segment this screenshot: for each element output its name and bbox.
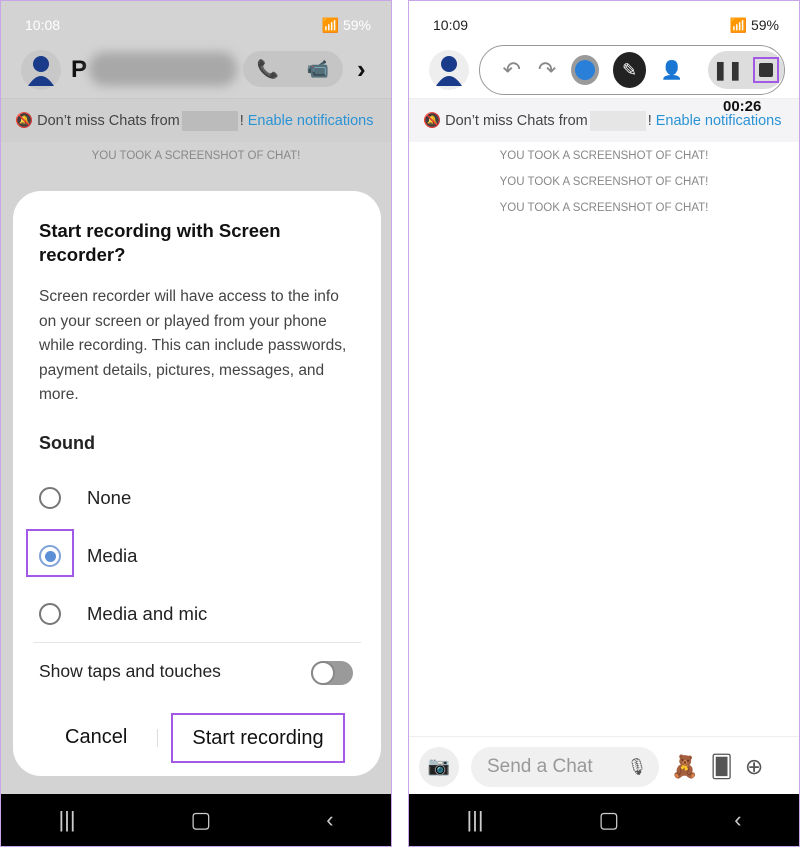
home-icon[interactable]: ▢ — [191, 807, 212, 833]
video-call-icon[interactable]: 📹 — [293, 51, 343, 87]
contact-name[interactable]: P — [71, 56, 87, 84]
stop-button[interactable] — [752, 57, 779, 83]
battery-level: 59% — [342, 16, 371, 33]
bell-off-icon: 🔕 — [15, 113, 34, 129]
sound-label: Sound — [39, 433, 95, 453]
redacted-name — [181, 110, 238, 131]
dialog-title: Start recording with Screen recorder? — [39, 220, 281, 265]
enable-notifications-link[interactable]: Enable notifications — [248, 113, 374, 129]
battery-level: 59% — [750, 16, 779, 33]
plus-circle-icon[interactable]: ⊕ — [745, 754, 763, 780]
screenshot-notice: YOU TOOK A SCREENSHOT OF CHAT! — [91, 150, 301, 162]
status-time: 10:09 — [433, 17, 469, 33]
chat-input[interactable]: Send a Chat 🎙 — [471, 746, 659, 787]
pen-color-icon[interactable] — [570, 55, 599, 85]
android-nav-bar: ||| ▢ ‹ — [1, 794, 391, 846]
home-icon[interactable]: ▢ — [599, 807, 620, 833]
chat-header: P 📞 📹 › — [1, 46, 391, 96]
selfie-view-icon[interactable]: 👤 — [654, 60, 689, 81]
show-taps-toggle[interactable] — [311, 661, 353, 685]
avatar[interactable] — [429, 50, 469, 90]
person-icon — [436, 56, 462, 86]
stop-icon — [758, 63, 773, 77]
screenshot-notice: YOU TOOK A SCREENSHOT OF CHAT! — [499, 202, 709, 214]
left-phone-screen: 10:08 📶 59% P 📞 📹 › 🔕 Don’t miss Chats fr… — [0, 0, 392, 847]
highlight-box — [26, 529, 74, 577]
radio-media-and-mic[interactable]: Media and mic — [39, 599, 207, 629]
bitmoji-sticker-icon[interactable]: 🧸 — [671, 754, 698, 780]
recent-apps-icon[interactable]: ||| — [466, 807, 483, 833]
undo-icon[interactable]: ↶ — [494, 57, 529, 83]
chevron-right-icon[interactable]: › — [357, 54, 366, 85]
divider — [157, 729, 158, 747]
cancel-button[interactable]: Cancel — [65, 726, 127, 749]
pen-icon[interactable]: ✎ — [612, 52, 647, 88]
enable-notifications-link[interactable]: Enable notifications — [656, 113, 782, 129]
avatar[interactable] — [21, 50, 61, 90]
radio-button[interactable] — [39, 487, 61, 509]
start-recording-button[interactable]: Start recording — [171, 713, 345, 763]
right-phone-screen: 10:09 📶 59% ↶ ↷ ✎ 👤 ❚❚ 🔕 Don’t miss Chat… — [408, 0, 800, 847]
redacted-name — [589, 110, 646, 131]
dialog-body: Screen recorder will have access to the … — [39, 288, 347, 403]
person-icon — [28, 56, 54, 86]
screen-recorder-dialog: Start recording with Screen recorder? Sc… — [13, 191, 381, 776]
recording-timer: 00:26 — [723, 98, 762, 115]
bell-off-icon: 🔕 — [423, 113, 442, 129]
status-time: 10:08 — [25, 17, 61, 33]
chat-input-bar: 📷 Send a Chat 🎙 🧸 🂠 ⊕ — [409, 736, 799, 796]
cards-icon[interactable]: 🂠 — [710, 754, 733, 780]
radio-none[interactable]: None — [39, 483, 131, 513]
wifi-icon: 📶 — [729, 16, 748, 33]
back-icon[interactable]: ‹ — [326, 807, 333, 833]
recent-apps-icon[interactable]: ||| — [58, 807, 75, 833]
screenshot-notice: YOU TOOK A SCREENSHOT OF CHAT! — [499, 150, 709, 162]
camera-icon[interactable]: 📷 — [419, 746, 459, 787]
microphone-icon[interactable]: 🎙 — [627, 757, 647, 777]
screen-recorder-toolbar: ↶ ↷ ✎ 👤 ❚❚ — [479, 45, 785, 95]
radio-button[interactable] — [39, 603, 61, 625]
phone-call-icon[interactable]: 📞 — [243, 51, 293, 87]
notification-banner: 🔕 Don’t miss Chats from! Enable notificat… — [1, 98, 391, 142]
pause-icon[interactable]: ❚❚ — [713, 60, 743, 81]
divider — [33, 642, 361, 643]
show-taps-label: Show taps and touches — [39, 661, 221, 681]
redacted-name — [89, 52, 237, 86]
redo-icon[interactable]: ↷ — [529, 57, 564, 83]
status-bar: 10:09 📶 59% — [433, 15, 779, 35]
status-bar: 10:08 📶 59% — [25, 15, 371, 35]
back-icon[interactable]: ‹ — [734, 807, 741, 833]
screenshot-notice: YOU TOOK A SCREENSHOT OF CHAT! — [499, 176, 709, 188]
wifi-icon: 📶 — [321, 16, 340, 33]
android-nav-bar: ||| ▢ ‹ — [409, 794, 799, 846]
